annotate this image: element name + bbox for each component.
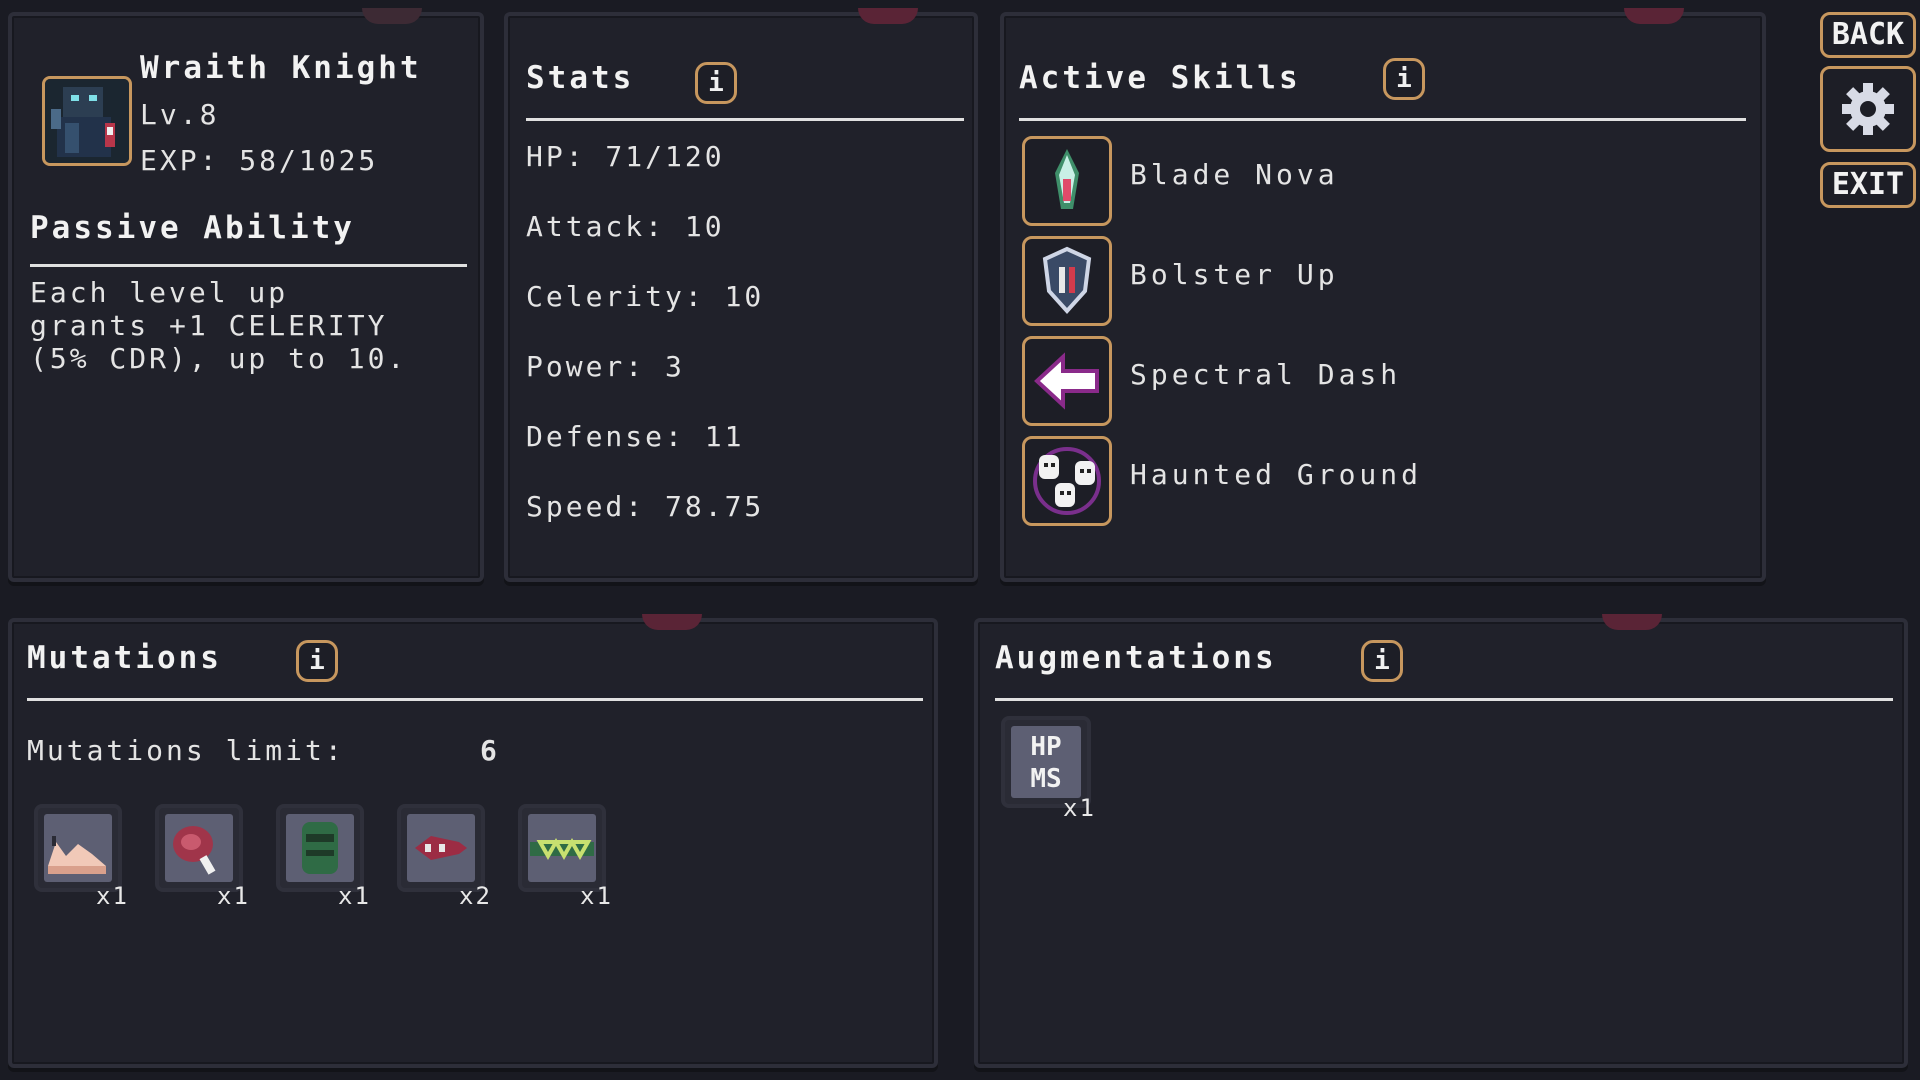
character-exp: EXP: 58/1025 [140, 144, 379, 177]
mutation-count: x1 [217, 882, 250, 910]
passive-description-line: grants +1 CELERITY [30, 309, 388, 342]
mutation-count: x2 [459, 882, 492, 910]
mutations-info-button[interactable]: i [296, 640, 338, 682]
passive-description-line: (5% CDR), up to 10. [30, 342, 408, 375]
augmentations-info-button[interactable]: i [1361, 640, 1403, 682]
character-level: Lv.8 [140, 98, 220, 131]
shield-icon[interactable] [1022, 236, 1112, 326]
skill-label-blade-nova: Blade Nova [1130, 158, 1339, 191]
gear-icon [1842, 83, 1894, 135]
skill-label-bolster-up: Bolster Up [1130, 258, 1339, 291]
mutation-count: x1 [96, 882, 129, 910]
mutation-count: x1 [580, 882, 613, 910]
stats-heading: Stats [526, 60, 635, 96]
skills-info-button[interactable]: i [1383, 58, 1425, 100]
stat-defense: Defense: 11 [526, 420, 745, 453]
goblin-mutation-icon[interactable] [276, 804, 364, 892]
panel-ornament [858, 8, 918, 24]
panel-ornament [362, 8, 422, 24]
stats-panel: Stats i HP: 71/120 Attack: 10 Celerity: … [504, 8, 978, 582]
mutation-count: x1 [338, 882, 371, 910]
wraith-knight-portrait [42, 76, 132, 166]
panel-ornament [1602, 614, 1662, 630]
panel-ornament [1624, 8, 1684, 24]
fish-mutation-icon[interactable] [397, 804, 485, 892]
mutations-divider [27, 698, 923, 701]
augmentations-panel [974, 614, 1908, 1068]
augmentation-badge: HP MS [1011, 726, 1081, 798]
stat-celerity: Celerity: 10 [526, 280, 765, 313]
stats-info-button[interactable]: i [695, 62, 737, 104]
skills-divider [1019, 118, 1746, 121]
stats-divider [526, 118, 964, 121]
passive-description-line: Each level up [30, 276, 289, 309]
character-screen: Wraith Knight Lv.8 EXP: 58/1025 Passive … [0, 0, 1920, 1080]
exit-button[interactable]: EXIT [1820, 162, 1916, 208]
skill-label-spectral-dash: Spectral Dash [1130, 358, 1402, 391]
arrow-left-icon[interactable] [1022, 336, 1112, 426]
stat-hp: HP: 71/120 [526, 140, 725, 173]
mutations-limit-label: Mutations limit: [27, 734, 345, 767]
claw-mutation-icon[interactable] [34, 804, 122, 892]
passive-divider [30, 264, 467, 267]
wraith-knight-portrait-icon [45, 79, 129, 163]
ghosts-icon[interactable] [1022, 436, 1112, 526]
active-skills-heading: Active Skills [1019, 60, 1301, 96]
character-panel: Wraith Knight Lv.8 EXP: 58/1025 Passive … [8, 8, 484, 582]
passive-ability-heading: Passive Ability [30, 210, 355, 246]
mutations-limit-value: 6 [480, 734, 500, 767]
stat-attack: Attack: 10 [526, 210, 725, 243]
augmentations-divider [995, 698, 1893, 701]
skill-label-haunted-ground: Haunted Ground [1130, 458, 1423, 491]
stat-power: Power: 3 [526, 350, 685, 383]
chain-mutation-icon[interactable] [518, 804, 606, 892]
blade-nova-icon[interactable] [1022, 136, 1112, 226]
settings-button[interactable] [1820, 66, 1916, 152]
augmentation-line1: HP [1030, 732, 1062, 762]
back-button[interactable]: BACK [1820, 12, 1916, 58]
meat-mutation-icon[interactable] [155, 804, 243, 892]
augmentation-count: x1 [1063, 794, 1096, 822]
stat-speed: Speed: 78.75 [526, 490, 765, 523]
augmentations-heading: Augmentations [995, 640, 1277, 676]
active-skills-panel [1000, 8, 1766, 582]
character-name: Wraith Knight [140, 50, 422, 86]
augmentation-line2: MS [1030, 764, 1062, 794]
panel-ornament [642, 614, 702, 630]
mutations-heading: Mutations [27, 640, 222, 676]
